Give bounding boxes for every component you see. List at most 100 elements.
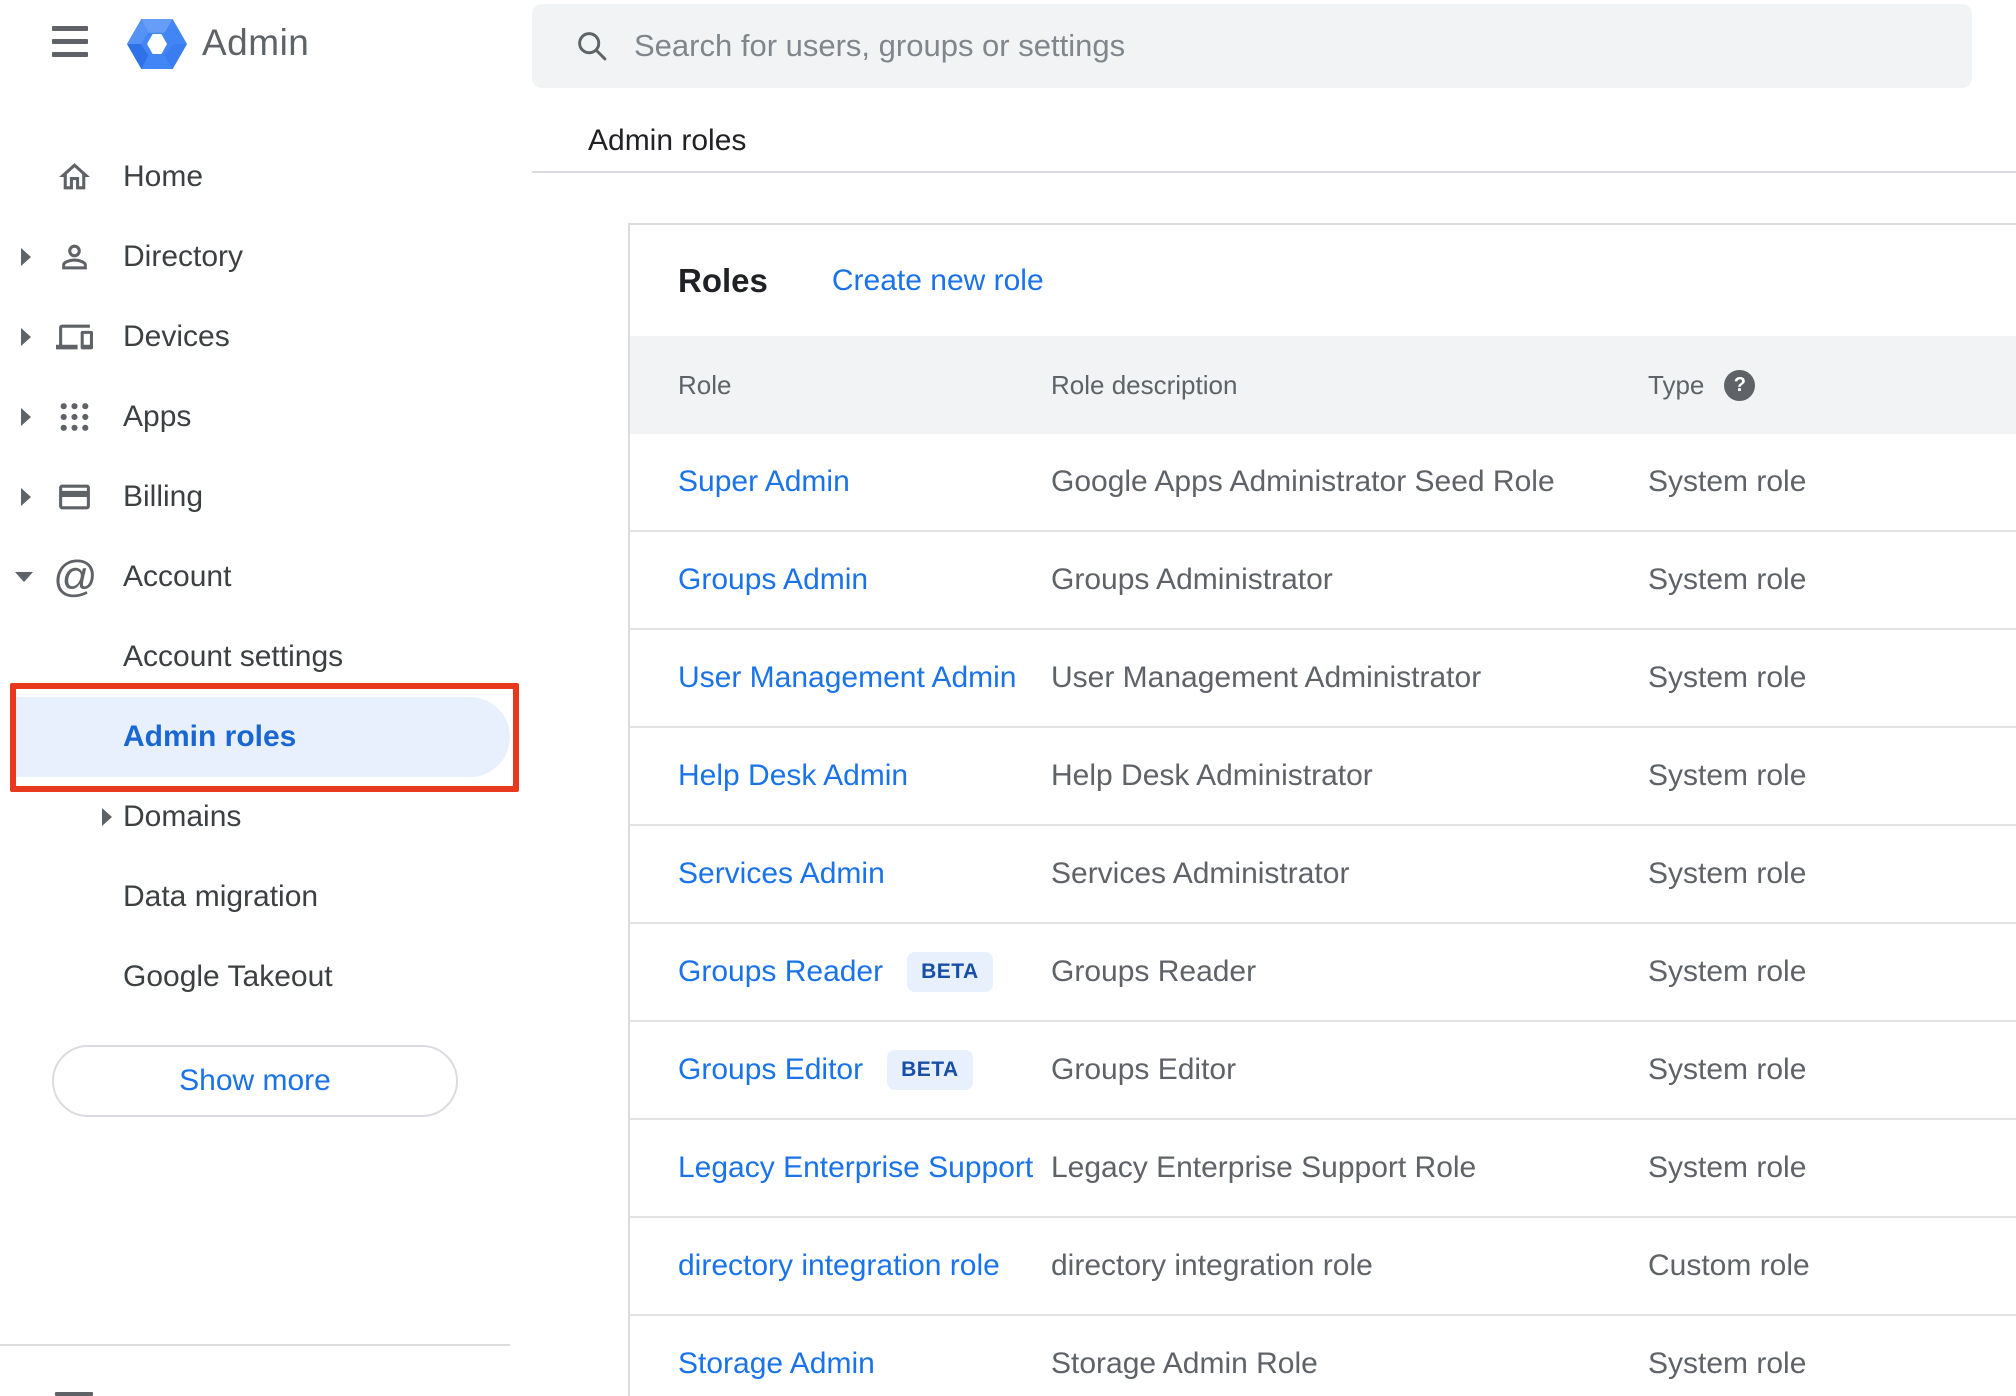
table-row: directory integration role directory int… [630,1218,2016,1316]
role-cell: Groups Admin [678,563,1051,597]
table-row: User Management Admin User Management Ad… [630,630,2016,728]
sidebar-item-apps[interactable]: Apps [0,377,412,457]
create-new-role-link[interactable]: Create new role [832,264,1044,298]
hamburger-menu-icon[interactable] [52,24,88,60]
role-description: Groups Editor [1051,1053,1237,1086]
column-header-description: Role description [1051,369,1238,400]
sidebar-item-account[interactable]: @ Account [0,537,412,617]
admin-logo-icon [127,19,187,69]
table-header-row: Role Role description Type ? [630,336,2016,434]
role-type: System role [1648,955,1807,988]
table-row: Storage Admin Storage Admin Role System … [630,1316,2016,1396]
role-link[interactable]: Help Desk Admin [678,759,908,793]
role-type: System role [1648,1347,1807,1380]
beta-badge: BETA [887,1050,973,1090]
chevron-right-icon[interactable] [21,488,31,506]
role-cell: User Management Admin [678,661,1051,695]
help-icon[interactable]: ? [1724,369,1756,401]
role-link[interactable]: directory integration role [678,1249,1000,1283]
role-cell: directory integration role [678,1249,1051,1283]
sidebar-item-directory[interactable]: Directory [0,217,412,297]
role-type: System role [1648,1053,1807,1086]
sidebar-item-label: Account [123,560,232,593]
role-link[interactable]: User Management Admin [678,661,1017,695]
role-cell: Storage Admin [678,1347,1051,1381]
sidebar-item-label: Billing [123,480,204,513]
role-cell: Groups Editor BETA [678,1050,1051,1090]
role-type: System role [1648,857,1807,890]
table-row: Legacy Enterprise Support Legacy Enterpr… [630,1120,2016,1218]
sidebar-item-label: Domains [123,800,242,833]
sidebar-item-label: Apps [123,400,192,433]
table-row: Groups Admin Groups Administrator System… [630,532,2016,630]
sidebar-item-label: Google Takeout [123,960,333,993]
chevron-right-icon[interactable] [102,808,112,826]
sidebar-item-home[interactable]: Home [0,137,412,217]
sidebar-item-label: Account settings [123,640,344,673]
sidebar-item-devices[interactable]: Devices [0,297,412,377]
role-link[interactable]: Storage Admin [678,1347,875,1381]
app-name: Admin [202,22,310,63]
sidebar-item-label: Admin roles [123,720,297,753]
sidebar-item-label: Data migration [123,880,319,913]
sidebar-item-data-migration[interactable]: Data migration [0,857,412,937]
roles-title: Roles [678,261,768,299]
role-description: Groups Administrator [1051,563,1333,596]
role-description: Groups Reader [1051,955,1257,988]
role-type: System role [1648,1151,1807,1184]
table-row: Services Admin Services Administrator Sy… [630,826,2016,924]
table-row: Groups Editor BETA Groups Editor System … [630,1022,2016,1120]
credit-card-icon [59,484,90,510]
chevron-right-icon[interactable] [21,328,31,346]
sidebar-item-domains[interactable]: Domains [0,777,412,857]
role-cell: Groups Reader BETA [678,952,1051,992]
feedback-icon [55,1392,93,1396]
home-icon [59,163,90,190]
roles-table-body: Super Admin Google Apps Administrator Se… [630,434,2016,1396]
role-type: Custom role [1648,1249,1810,1282]
sidebar: Admin Home Directory Devices Apps Billin… [0,0,519,1396]
sidebar-item-billing[interactable]: Billing [0,457,412,537]
table-row: Super Admin Google Apps Administrator Se… [630,434,2016,532]
column-header-role: Role [678,369,732,400]
apps-grid-icon [60,403,89,431]
role-description: Google Apps Administrator Seed Role [1051,465,1555,498]
admin-console-page: Admin Home Directory Devices Apps Billin… [0,0,2016,1396]
table-row: Groups Reader BETA Groups Reader System … [630,924,2016,1022]
chevron-down-icon[interactable] [15,572,33,582]
role-cell: Super Admin [678,465,1051,499]
sidebar-item-account-settings[interactable]: Account settings [0,617,412,697]
chevron-right-icon[interactable] [21,248,31,266]
role-link[interactable]: Super Admin [678,465,850,499]
sidebar-bottom-divider [0,1344,510,1346]
beta-badge: BETA [907,952,993,992]
search-bar[interactable] [532,4,1972,88]
role-description: Legacy Enterprise Support Role [1051,1151,1477,1184]
role-cell: Services Admin [678,857,1051,891]
sidebar-item-google-takeout[interactable]: Google Takeout [0,937,412,1017]
role-type: System role [1648,759,1807,792]
search-input[interactable] [634,28,1942,64]
breadcrumb-divider [532,171,2016,173]
role-description: Storage Admin Role [1051,1347,1318,1380]
role-cell: Legacy Enterprise Support [678,1151,1051,1185]
role-cell: Help Desk Admin [678,759,1051,793]
role-link[interactable]: Groups Admin [678,563,868,597]
at-sign-icon: @ [53,552,98,601]
role-type: System role [1648,465,1807,498]
role-description: Help Desk Administrator [1051,759,1373,792]
role-link[interactable]: Groups Editor [678,1053,863,1087]
role-description: User Management Administrator [1051,661,1482,694]
person-icon [62,244,87,270]
column-header-type: Type ? [1648,369,1756,401]
devices-icon [56,324,93,350]
role-link[interactable]: Services Admin [678,857,885,891]
chevron-right-icon[interactable] [21,408,31,426]
role-type: System role [1648,661,1807,694]
search-icon [578,32,607,61]
role-link[interactable]: Legacy Enterprise Support [678,1151,1033,1185]
role-link[interactable]: Groups Reader [678,955,883,989]
role-description: Services Administrator [1051,857,1350,890]
sidebar-nav: Home Directory Devices Apps Billing @ Ac… [0,137,412,1017]
show-more-button[interactable]: Show more [52,1045,458,1117]
